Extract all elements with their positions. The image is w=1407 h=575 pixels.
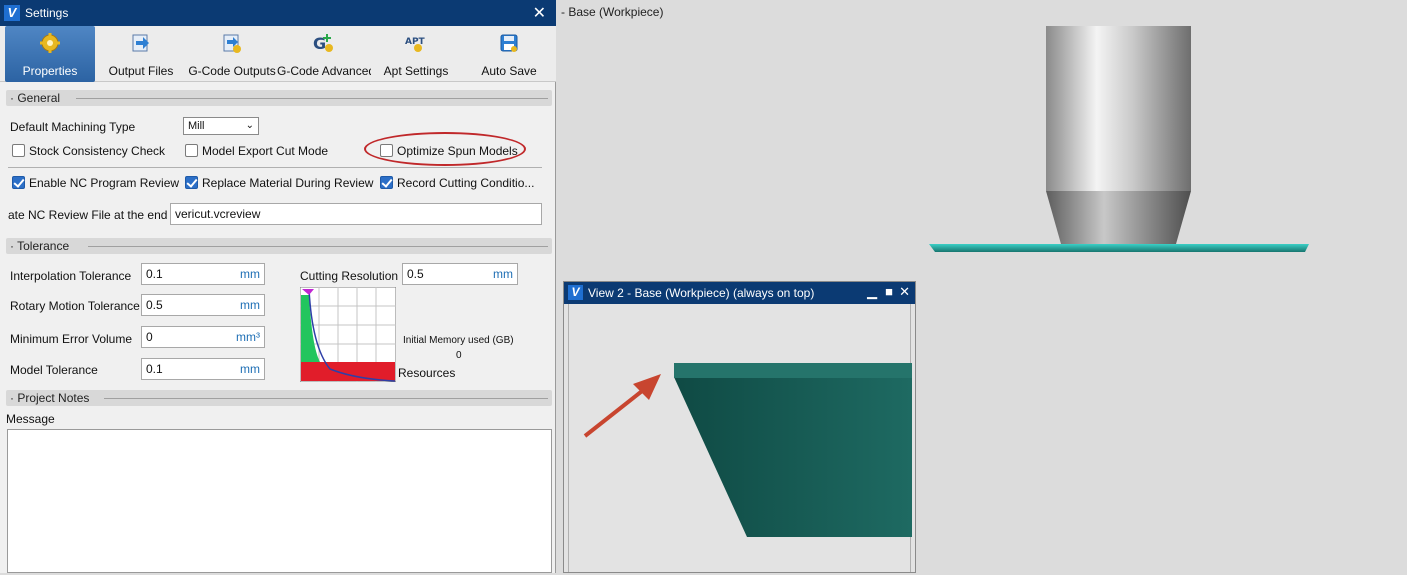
checkbox-box <box>185 144 198 157</box>
workpiece-shape <box>674 363 912 537</box>
gcode-advanced-icon: G <box>313 34 333 53</box>
interp-tolerance-input[interactable]: 0.1 mm <box>141 263 265 285</box>
rotary-tolerance-label: Rotary Motion Tolerance <box>10 299 140 313</box>
tab-output-files-label: Output Files <box>108 64 174 78</box>
close-icon[interactable]: ✕ <box>899 284 910 300</box>
view2-title: View 2 - Base (Workpiece) (always on top… <box>588 286 815 300</box>
chevron-down-icon: ⌄ <box>245 120 254 131</box>
close-icon[interactable]: ✕ <box>533 3 546 23</box>
unit-label: mm <box>240 298 260 312</box>
section-divider <box>88 246 548 247</box>
unit-label: mm <box>493 267 513 281</box>
interp-tolerance-label: Interpolation Tolerance <box>10 269 132 283</box>
min-error-label: Minimum Error Volume <box>10 332 133 346</box>
tab-auto-save-label: Auto Save <box>481 64 537 78</box>
gcode-output-icon <box>223 34 241 53</box>
output-arrow-icon <box>132 34 149 52</box>
model-tolerance-input[interactable]: 0.1 mm <box>141 358 265 380</box>
record-cutting-checkbox[interactable]: Record Cutting Conditio... <box>380 176 534 192</box>
settings-panel: V Settings ✕ Properties Output Files G-C… <box>0 0 556 573</box>
tab-apt-settings-label: Apt Settings <box>383 64 449 78</box>
model-export-checkbox[interactable]: Model Export Cut Mode <box>185 144 328 160</box>
main-viewport-title: - Base (Workpiece) <box>561 5 664 19</box>
maximize-icon[interactable]: ■ <box>885 284 893 299</box>
tab-gcode-outputs[interactable]: G-Code Outputs <box>187 26 277 82</box>
stock-consistency-checkbox[interactable]: Stock Consistency Check <box>12 144 165 160</box>
tab-gcode-advanced-label: G-Code Advanced <box>277 64 371 78</box>
checkbox-box <box>12 176 25 189</box>
view2-canvas[interactable] <box>568 304 912 572</box>
tab-auto-save[interactable]: Auto Save <box>476 26 542 82</box>
review-file-label: ate NC Review File at the end <box>8 208 168 222</box>
tab-gcode-advanced[interactable]: G G-Code Advanced <box>277 26 371 82</box>
section-divider <box>76 98 548 99</box>
vericut-logo-icon: V <box>4 5 20 21</box>
section-notes-label: · Project Notes <box>10 391 94 405</box>
checkbox-box <box>185 176 198 189</box>
unit-label: mm³ <box>236 330 260 344</box>
apt-icon: APT <box>405 37 426 52</box>
tab-gcode-outputs-label: G-Code Outputs <box>188 64 276 78</box>
vericut-logo-icon: V <box>568 285 583 300</box>
tool-disk <box>929 244 1309 252</box>
settings-title: Settings <box>25 6 69 20</box>
view2-window: V View 2 - Base (Workpiece) (always on t… <box>563 281 916 573</box>
section-tolerance[interactable]: · Tolerance <box>6 238 552 254</box>
memory-value: 0 <box>456 350 462 361</box>
enable-nc-review-checkbox[interactable]: Enable NC Program Review <box>12 176 179 192</box>
view2-scene <box>583 363 912 537</box>
replace-material-checkbox[interactable]: Replace Material During Review <box>185 176 373 192</box>
settings-titlebar: V Settings ✕ <box>0 0 556 26</box>
memory-label: Initial Memory used (GB) <box>403 335 514 346</box>
machining-type-value: Mill <box>188 120 205 132</box>
resources-label: Resources <box>398 366 456 380</box>
gear-icon <box>40 33 60 53</box>
model-tolerance-label: Model Tolerance <box>10 363 98 377</box>
divider <box>8 167 542 168</box>
minimize-icon[interactable]: ▁ <box>867 284 877 300</box>
machining-type-select[interactable]: Mill ⌄ <box>183 117 259 135</box>
section-divider <box>104 398 548 399</box>
tool-taper <box>1046 191 1191 244</box>
resources-graph <box>300 287 396 382</box>
tab-properties[interactable]: Properties <box>5 26 95 82</box>
tab-properties-label: Properties <box>22 64 78 78</box>
min-error-input[interactable]: 0 mm³ <box>141 326 265 348</box>
settings-toolbar: Properties Output Files G-Code Outputs G <box>0 26 556 82</box>
checkbox-box <box>380 176 393 189</box>
unit-label: mm <box>240 362 260 376</box>
highlight-annotation <box>364 132 526 166</box>
tool-holder-cylinder <box>1046 26 1191 191</box>
machining-type-label: Default Machining Type <box>10 120 136 134</box>
section-project-notes[interactable]: · Project Notes <box>6 390 552 406</box>
section-general[interactable]: · General <box>6 90 552 106</box>
section-general-label: · General <box>10 91 65 105</box>
tab-apt-settings[interactable]: APT Apt Settings <box>378 26 454 82</box>
message-label: Message <box>6 412 55 426</box>
workpiece-top-face <box>674 363 912 378</box>
svg-text:G: G <box>313 34 326 53</box>
cutting-resolution-input[interactable]: 0.5 mm <box>402 263 518 285</box>
save-icon <box>500 34 518 52</box>
message-textarea[interactable] <box>7 429 552 573</box>
unit-label: mm <box>240 267 260 281</box>
tab-output-files[interactable]: Output Files <box>103 26 179 82</box>
section-tolerance-label: · Tolerance <box>10 239 74 253</box>
review-file-input[interactable]: vericut.vcreview <box>170 203 542 225</box>
cutting-resolution-label: Cutting Resolution <box>300 269 399 283</box>
view2-titlebar[interactable]: V View 2 - Base (Workpiece) (always on t… <box>564 282 915 304</box>
rotary-tolerance-input[interactable]: 0.5 mm <box>141 294 265 316</box>
checkbox-box <box>12 144 25 157</box>
